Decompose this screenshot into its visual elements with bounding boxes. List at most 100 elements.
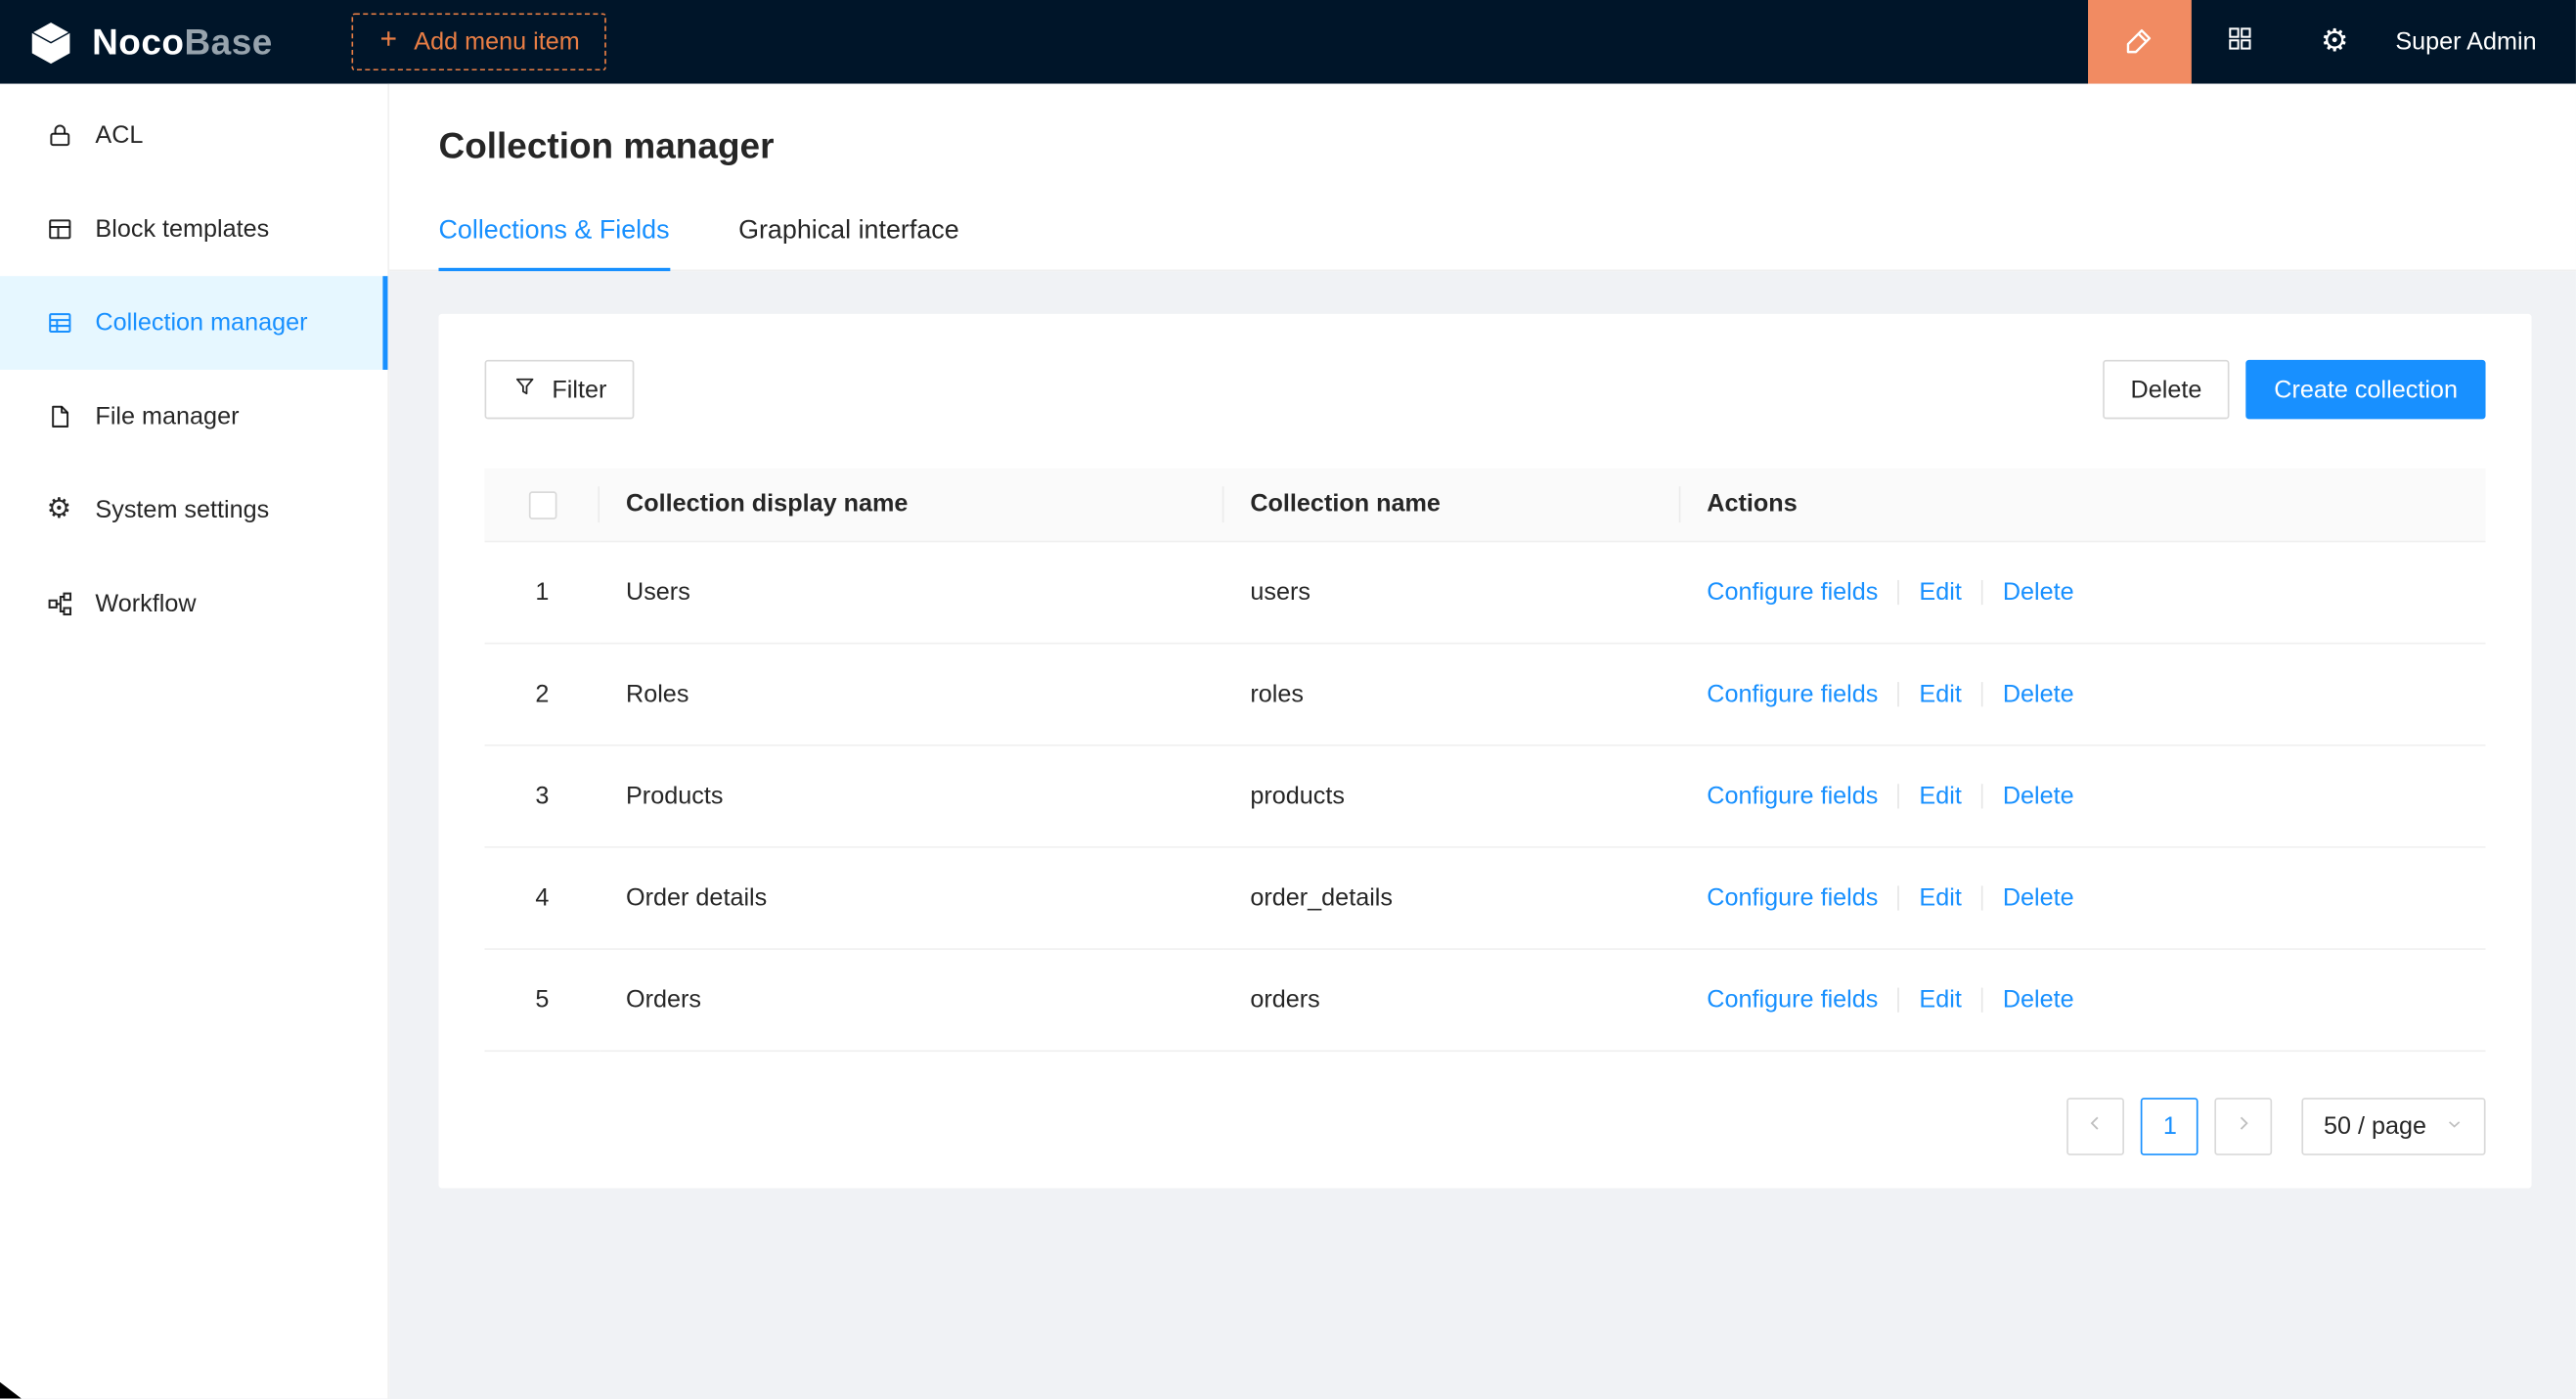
delete-link[interactable]: Delete	[2003, 985, 2074, 1014]
page-1-button[interactable]: 1	[2142, 1097, 2199, 1154]
sidebar-item-collection-manager[interactable]: Collection manager	[0, 276, 387, 370]
cell-actions: Configure fields Edit Delete	[1680, 846, 2485, 948]
table-toolbar: Filter Delete Create collection	[485, 360, 2486, 419]
configure-fields-link[interactable]: Configure fields	[1707, 985, 1878, 1014]
current-user-menu[interactable]: Super Admin	[2382, 28, 2576, 57]
configure-fields-link[interactable]: Configure fields	[1707, 578, 1878, 607]
sidebar-item-file-manager[interactable]: File manager	[0, 370, 387, 464]
chevron-right-icon	[2234, 1111, 2255, 1140]
sidebar-item-label: Block templates	[95, 215, 269, 244]
filter-button[interactable]: Filter	[485, 360, 635, 419]
create-collection-button[interactable]: Create collection	[2246, 360, 2486, 419]
highlighter-icon	[2124, 23, 2155, 60]
table-row: 1 Users users Configure fields Edit Delete	[485, 541, 2486, 643]
configure-fields-link[interactable]: Configure fields	[1707, 782, 1878, 810]
cell-actions: Configure fields Edit Delete	[1680, 643, 2485, 745]
cell-display-name: Products	[600, 745, 1223, 846]
cell-actions: Configure fields Edit Delete	[1680, 541, 2485, 643]
logo-text: NocoBase	[92, 21, 273, 64]
filter-icon	[512, 374, 537, 405]
page-title: Collection manager	[389, 84, 2576, 168]
grid-icon	[2225, 24, 2253, 59]
chevron-left-icon	[2085, 1111, 2107, 1140]
cell-collection-name: order_details	[1223, 846, 1680, 948]
workflow-icon	[44, 590, 73, 618]
logo-text-bold: Noco	[92, 21, 184, 62]
sidebar-item-workflow[interactable]: Workflow	[0, 557, 387, 651]
tab-collections-fields[interactable]: Collections & Fields	[439, 196, 670, 270]
column-header-actions: Actions	[1680, 469, 2485, 541]
row-index: 3	[535, 782, 549, 810]
cell-collection-name: orders	[1223, 948, 1680, 1050]
page-size-value: 50 / page	[2324, 1111, 2426, 1140]
table-row: 2 Roles roles Configure fields Edit Delete	[485, 643, 2486, 745]
plus-icon	[378, 28, 399, 57]
delete-link[interactable]: Delete	[2003, 578, 2074, 607]
sidebar-item-system-settings[interactable]: ⚙ System settings	[0, 464, 387, 558]
action-divider	[1898, 886, 1900, 911]
table-header-row: Collection display name Collection name …	[485, 469, 2486, 541]
table-row: 4 Order details order_details Configure …	[485, 846, 2486, 948]
tab-bar: Collections & Fields Graphical interface	[389, 196, 2576, 271]
main-area: Collection manager Collections & Fields …	[389, 84, 2576, 1399]
sidebar-item-label: Workflow	[95, 590, 196, 618]
action-divider	[1898, 580, 1900, 605]
action-divider	[1898, 784, 1900, 808]
column-header-display-name: Collection display name	[600, 469, 1223, 541]
page-size-select[interactable]: 50 / page	[2302, 1097, 2485, 1154]
collections-table: Collection display name Collection name …	[485, 469, 2486, 1052]
sidebar-item-label: ACL	[95, 121, 143, 150]
nocobase-logo[interactable]: NocoBase	[0, 18, 305, 67]
configure-fields-link[interactable]: Configure fields	[1707, 680, 1878, 708]
cell-display-name: Roles	[600, 643, 1223, 745]
action-divider	[1898, 682, 1900, 706]
toolbar-right: Delete Create collection	[2103, 360, 2486, 419]
edit-link[interactable]: Edit	[1919, 782, 1961, 810]
sidebar-item-label: Collection manager	[95, 309, 307, 338]
ui-editor-button[interactable]	[2088, 0, 2192, 84]
action-divider	[1981, 886, 1983, 911]
edit-link[interactable]: Edit	[1919, 578, 1961, 607]
pagination: 1 50 / page	[485, 1097, 2486, 1154]
cell-collection-name: products	[1223, 745, 1680, 846]
tab-graphical-interface[interactable]: Graphical interface	[738, 196, 959, 270]
next-page-button[interactable]	[2215, 1097, 2273, 1154]
prev-page-button[interactable]	[2067, 1097, 2125, 1154]
row-index: 2	[535, 680, 549, 708]
edit-link[interactable]: Edit	[1919, 883, 1961, 912]
gear-icon: ⚙	[2321, 26, 2349, 58]
nocobase-cube-icon	[26, 18, 75, 67]
filter-button-label: Filter	[552, 376, 606, 404]
table-row: 5 Orders orders Configure fieldsEditDele…	[485, 948, 2486, 1050]
sidebar-item-block-templates[interactable]: Block templates	[0, 182, 387, 276]
top-navbar: NocoBase Add menu item	[0, 0, 2576, 84]
cell-display-name: Users	[600, 541, 1223, 643]
chevron-down-icon	[2445, 1111, 2465, 1140]
sidebar-item-label: File manager	[95, 403, 239, 431]
plugins-button[interactable]	[2192, 0, 2287, 84]
logo-text-light: Base	[184, 21, 272, 62]
delete-link[interactable]: Delete	[2003, 883, 2074, 912]
system-settings-button[interactable]: ⚙	[2287, 0, 2381, 84]
configure-fields-link[interactable]: Configure fields	[1707, 883, 1878, 912]
delete-link[interactable]: Delete	[2003, 680, 2074, 708]
delete-link[interactable]: Delete	[2003, 782, 2074, 810]
edit-link[interactable]: Edit	[1919, 680, 1961, 708]
layout-icon	[44, 215, 73, 244]
sidebar-item-acl[interactable]: ACL	[0, 89, 387, 183]
cell-collection-name: roles	[1223, 643, 1680, 745]
row-index: 4	[535, 883, 549, 912]
cell-collection-name: users	[1223, 541, 1680, 643]
cell-actions: Configure fields Edit Delete	[1680, 745, 2485, 846]
row-index: 5	[535, 985, 549, 1014]
action-divider	[1981, 580, 1983, 605]
add-menu-item-label: Add menu item	[414, 28, 579, 57]
edit-link[interactable]: Edit	[1919, 985, 1961, 1014]
row-index: 1	[535, 578, 549, 607]
file-icon	[44, 403, 73, 431]
delete-button[interactable]: Delete	[2103, 360, 2230, 419]
action-divider	[1898, 988, 1900, 1013]
table-row: 3 Products products Configure fields Edit…	[485, 745, 2486, 846]
add-menu-item-button[interactable]: Add menu item	[351, 13, 605, 70]
select-all-checkbox[interactable]	[528, 490, 556, 519]
